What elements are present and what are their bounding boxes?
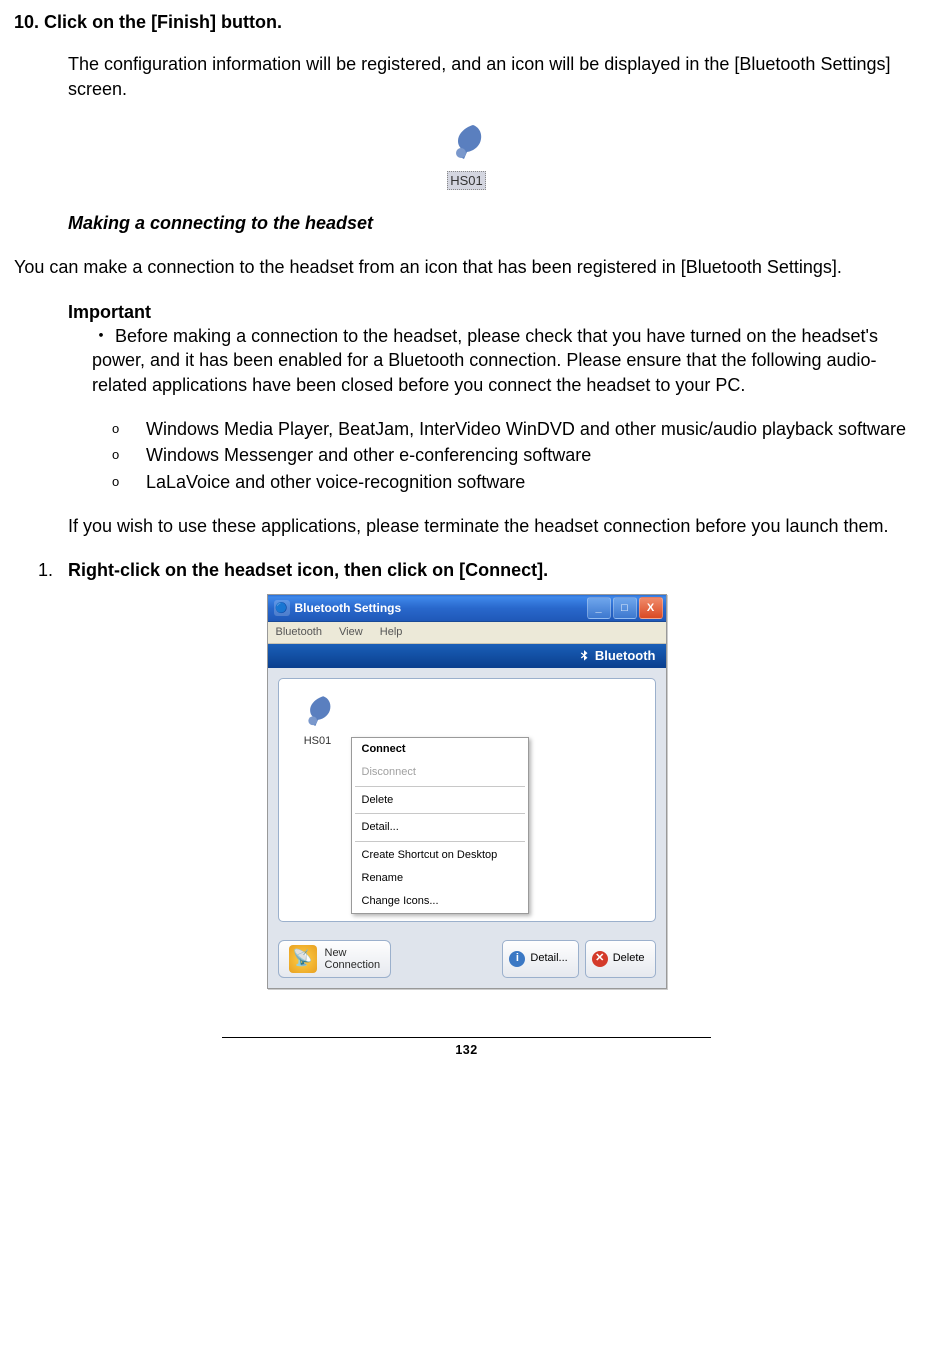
context-menu: Connect Disconnect Delete Detail... Crea… [351,737,529,914]
detail-button[interactable]: i Detail... [502,940,578,978]
section-heading: Making a connecting to the headset [68,211,919,235]
window-menubar: Bluetooth View Help [268,622,666,644]
hs01-icon-label: HS01 [447,171,486,191]
page-number: 132 [14,1042,919,1059]
step-10-description: The configuration information will be re… [68,52,919,101]
circle-bullet-icon: o [112,443,146,467]
important-label: Important [68,300,919,324]
window-bottom-bar: 📡 New Connection i Detail... ✕ Delete [268,932,666,988]
window-titlebar: 🔵 Bluetooth Settings _ □ X [268,595,666,622]
step-title-text: Right-click on the headset icon, then cl… [68,560,548,580]
detail-button-label: Detail... [530,951,567,966]
footer-separator [222,1037,711,1038]
ctx-connect[interactable]: Connect [352,738,528,761]
list-item-text: Windows Messenger and other e-conferenci… [146,443,591,467]
device-hs01[interactable]: HS01 [291,691,345,749]
menu-help[interactable]: Help [380,626,403,638]
ctx-rename[interactable]: Rename [352,867,528,890]
list-item-text: LaLaVoice and other voice-recognition so… [146,470,525,494]
bullet-dot: ・ [92,326,110,346]
important-paragraph-1: ・ Before making a connection to the head… [92,324,919,397]
ctx-change-icons[interactable]: Change Icons... [352,890,528,913]
new-connection-button[interactable]: 📡 New Connection [278,940,392,978]
bluetooth-brand-text: Bluetooth [595,647,656,665]
minimize-button[interactable]: _ [587,597,611,619]
list-item-text: Windows Media Player, BeatJam, InterVide… [146,417,906,441]
close-button[interactable]: X [639,597,663,619]
step-number: 1. [38,560,53,580]
headset-icon [443,119,491,167]
ctx-detail[interactable]: Detail... [352,816,528,839]
bluetooth-icon [577,649,591,663]
device-list-panel: HS01 Connect Disconnect Delete Detail...… [278,678,656,922]
important-paragraph-2: If you wish to use these applications, p… [68,514,919,538]
bluetooth-brand-bar: Bluetooth [268,644,666,668]
circle-bullet-icon: o [112,470,146,494]
menu-bluetooth[interactable]: Bluetooth [276,626,322,638]
headset-icon [297,691,339,733]
maximize-button[interactable]: □ [613,597,637,619]
list-item: o Windows Media Player, BeatJam, InterVi… [112,417,919,441]
device-label: HS01 [291,734,345,749]
step-number: 10. [14,12,39,32]
delete-button[interactable]: ✕ Delete [585,940,656,978]
step-title-text: Click on the [Finish] button. [44,12,282,32]
section-intro: You can make a connection to the headset… [14,255,919,279]
list-item: o LaLaVoice and other voice-recognition … [112,470,919,494]
new-connection-label: New Connection [325,947,381,971]
ctx-delete[interactable]: Delete [352,789,528,812]
bluetooth-settings-window: 🔵 Bluetooth Settings _ □ X Bluetooth Vie… [267,594,667,988]
important-p1-text: Before making a connection to the headse… [92,326,878,395]
menu-view[interactable]: View [339,626,363,638]
antenna-icon: 📡 [289,945,317,973]
delete-x-icon: ✕ [592,951,608,967]
step-1-heading: 1. Right-click on the headset icon, then… [38,558,919,582]
circle-bullet-icon: o [112,417,146,441]
ctx-create-shortcut[interactable]: Create Shortcut on Desktop [352,844,528,867]
info-icon: i [509,951,525,967]
window-title: Bluetooth Settings [295,600,402,616]
step-10-heading: 10. Click on the [Finish] button. [14,10,919,34]
ctx-disconnect: Disconnect [352,761,528,784]
hs01-icon-figure: HS01 [14,119,919,191]
list-item: o Windows Messenger and other e-conferen… [112,443,919,467]
delete-button-label: Delete [613,951,645,966]
window-app-icon: 🔵 [274,600,290,616]
